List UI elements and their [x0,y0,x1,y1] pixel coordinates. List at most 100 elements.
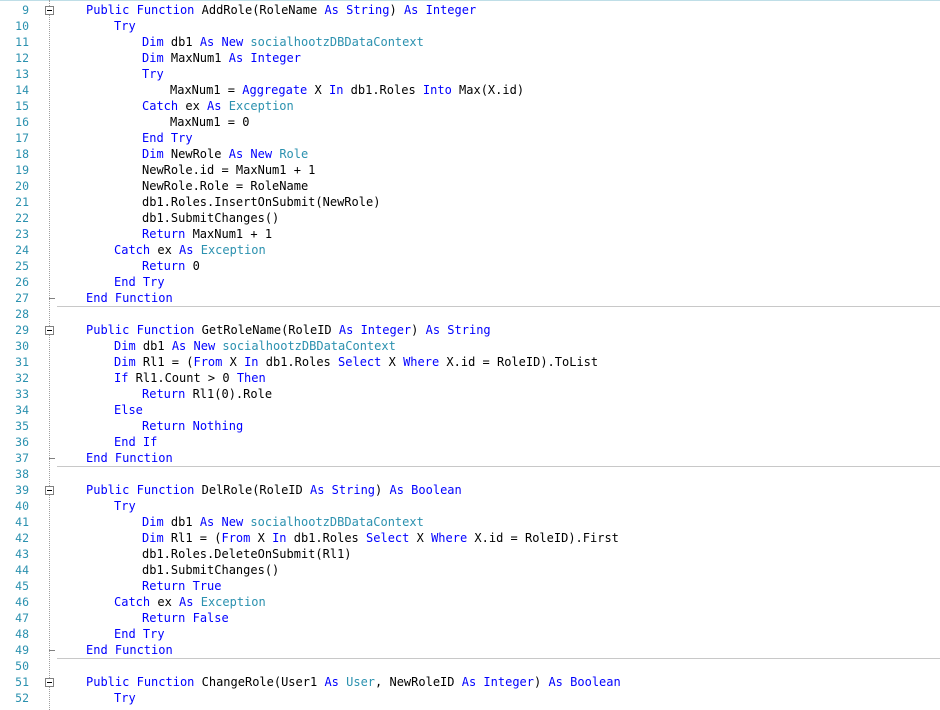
code-text[interactable]: Catch ex As Exception [142,98,294,114]
code-text[interactable]: End Try [114,274,165,290]
code-line[interactable]: 50 [0,658,940,674]
code-line[interactable]: 34 Else [0,402,940,418]
code-text[interactable]: db1.SubmitChanges() [142,210,279,226]
code-text[interactable]: Public Function ChangeRole(User1 As User… [86,674,621,690]
code-text[interactable]: End If [114,434,157,450]
keyword-token: Integer [425,3,477,17]
code-text[interactable]: Try [114,690,136,706]
code-line[interactable]: 16 MaxNum1 = 0 [0,114,940,130]
code-text[interactable]: MaxNum1 = Aggregate X In db1.Roles Into … [170,82,524,98]
code-text[interactable]: Try [114,18,136,34]
code-line[interactable]: 36 End If [0,434,940,450]
code-text[interactable]: Return True [142,578,222,594]
code-line[interactable]: 29 Public Function GetRoleName(RoleID As … [0,322,940,338]
code-text[interactable]: Return False [142,610,229,626]
collapse-toggle-icon[interactable] [45,6,54,15]
code-line[interactable]: 10 Try [0,18,940,34]
code-line[interactable]: 31 Dim Rl1 = (From X In db1.Roles Select … [0,354,940,370]
code-line[interactable]: 48 End Try [0,626,940,642]
code-line[interactable]: 21 db1.Roles.InsertOnSubmit(NewRole) [0,194,940,210]
code-line[interactable]: 25 Return 0 [0,258,940,274]
code-line[interactable]: 14 MaxNum1 = Aggregate X In db1.Roles Int… [0,82,940,98]
code-text[interactable]: If Rl1.Count > 0 Then [114,370,266,386]
collapse-toggle-icon[interactable] [45,678,54,687]
code-text[interactable]: db1.Roles.DeleteOnSubmit(Rl1) [142,546,352,562]
code-line[interactable]: 43 db1.Roles.DeleteOnSubmit(Rl1) [0,546,940,562]
code-line[interactable]: 32 If Rl1.Count > 0 Then [0,370,940,386]
code-line[interactable]: 37 End Function [0,450,940,466]
code-line[interactable]: 13 Try [0,66,940,82]
code-line[interactable]: 38 [0,466,940,482]
keyword-token: True [192,579,222,593]
code-line[interactable]: 12 Dim MaxNum1 As Integer [0,50,940,66]
code-line[interactable]: 24 Catch ex As Exception [0,242,940,258]
code-text[interactable]: Return Nothing [142,418,243,434]
code-text[interactable]: Return Rl1(0).Role [142,386,272,402]
code-text[interactable]: Dim Rl1 = (From X In db1.Roles Select X … [114,354,598,370]
code-text[interactable]: Public Function DelRole(RoleID As String… [86,482,462,498]
text-token: X.id = RoleID).First [467,531,619,545]
code-line[interactable]: 23 Return MaxNum1 + 1 [0,226,940,242]
code-line[interactable]: 11 Dim db1 As New socialhootzDBDataContex… [0,34,940,50]
code-line[interactable]: 49 End Function [0,642,940,658]
code-text[interactable]: MaxNum1 = 0 [170,114,249,130]
code-line[interactable]: 22 db1.SubmitChanges() [0,210,940,226]
code-line[interactable]: 47 Return False [0,610,940,626]
code-line[interactable]: 30 Dim db1 As New socialhootzDBDataContex… [0,338,940,354]
code-line[interactable]: 51 Public Function ChangeRole(User1 As Us… [0,674,940,690]
code-line[interactable]: 17 End Try [0,130,940,146]
collapse-toggle-icon[interactable] [45,486,54,495]
code-line[interactable]: 27 End Function [0,290,940,306]
code-text[interactable]: End Function [86,450,173,466]
text-token: MaxNum1 = 0 [170,115,250,129]
code-text[interactable]: End Function [86,290,173,306]
code-text[interactable]: Dim db1 As New socialhootzDBDataContext [114,338,396,354]
code-line[interactable]: 41 Dim db1 As New socialhootzDBDataContex… [0,514,940,530]
code-text[interactable]: Public Function GetRoleName(RoleID As In… [86,322,491,338]
code-text[interactable]: Return 0 [142,258,200,274]
code-text[interactable]: Else [114,402,143,418]
code-text[interactable]: Return MaxNum1 + 1 [142,226,272,242]
code-text[interactable]: Try [142,66,164,82]
code-line[interactable]: 44 db1.SubmitChanges() [0,562,940,578]
code-text[interactable]: NewRole.Role = RoleName [142,178,308,194]
code-text[interactable]: NewRole.id = MaxNum1 + 1 [142,162,315,178]
code-text[interactable]: End Function [86,642,173,658]
code-text[interactable]: Catch ex As Exception [114,242,266,258]
collapse-toggle-icon[interactable] [45,326,54,335]
code-line[interactable]: 28 [0,306,940,322]
code-text[interactable]: db1.SubmitChanges() [142,562,279,578]
code-line[interactable]: 39 Public Function DelRole(RoleID As Stri… [0,482,940,498]
code-text[interactable]: Public Function AddRole(RoleName As Stri… [86,2,476,18]
code-line[interactable]: 33 Return Rl1(0).Role [0,386,940,402]
code-text[interactable]: db1.Roles.InsertOnSubmit(NewRole) [142,194,380,210]
code-line[interactable]: 40 Try [0,498,940,514]
code-line[interactable]: 52 Try [0,690,940,706]
code-line[interactable]: 18 Dim NewRole As New Role [0,146,940,162]
code-text[interactable]: End Try [114,626,165,642]
code-text[interactable]: Dim MaxNum1 As Integer [142,50,301,66]
code-line[interactable]: 20 NewRole.Role = RoleName [0,178,940,194]
text-token: X [381,355,404,369]
keyword-token: Select [338,355,382,369]
code-text[interactable]: Dim Rl1 = (From X In db1.Roles Select X … [142,530,619,546]
code-editor[interactable]: 9 Public Function AddRole(RoleName As Str… [0,0,940,710]
code-text[interactable]: Dim db1 As New socialhootzDBDataContext [142,514,424,530]
line-number: 36 [15,435,29,449]
code-line[interactable]: 46 Catch ex As Exception [0,594,940,610]
line-number: 40 [15,499,29,513]
code-text[interactable]: End Try [142,130,193,146]
code-line[interactable]: 35 Return Nothing [0,418,940,434]
code-line[interactable]: 45 Return True [0,578,940,594]
keyword-token: Integer [250,51,301,65]
code-line[interactable]: 42 Dim Rl1 = (From X In db1.Roles Select … [0,530,940,546]
code-text[interactable]: Catch ex As Exception [114,594,266,610]
code-text[interactable]: Dim NewRole As New Role [142,146,308,162]
code-line[interactable]: 26 End Try [0,274,940,290]
code-text[interactable]: Try [114,498,136,514]
code-line[interactable]: 15 Catch ex As Exception [0,98,940,114]
code-line[interactable]: 9 Public Function AddRole(RoleName As Str… [0,2,940,18]
code-line[interactable]: 19 NewRole.id = MaxNum1 + 1 [0,162,940,178]
code-text[interactable]: Dim db1 As New socialhootzDBDataContext [142,34,424,50]
